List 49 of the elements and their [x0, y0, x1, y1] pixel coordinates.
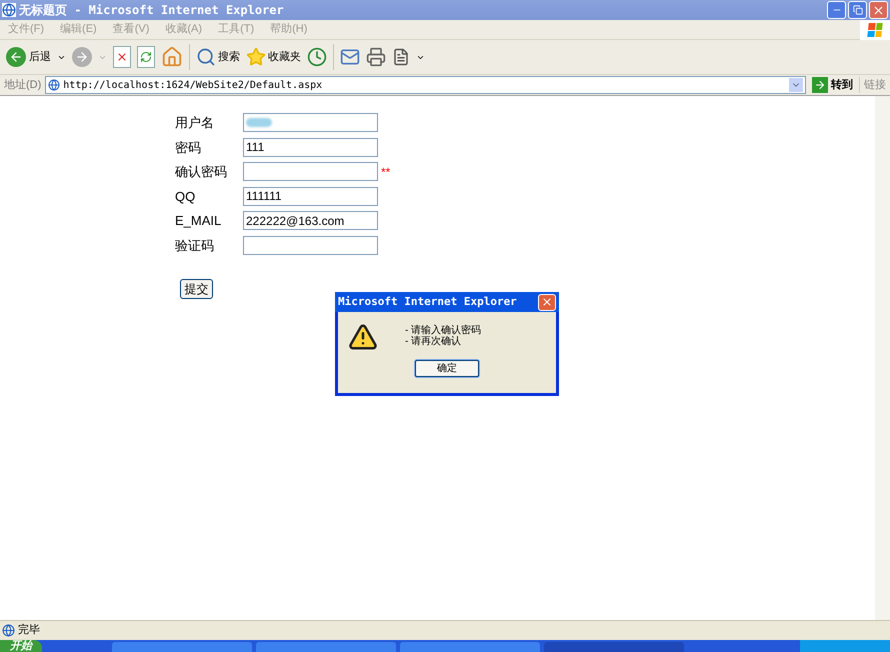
mail-icon[interactable] — [340, 47, 360, 67]
field-label: 确认密码 — [175, 163, 228, 181]
field-label: 用户名 — [175, 114, 215, 132]
ok-button[interactable]: 确定 — [415, 360, 479, 377]
input-field[interactable] — [243, 236, 378, 255]
close-icon — [541, 296, 553, 308]
refresh-icon[interactable] — [137, 46, 155, 68]
history-icon[interactable] — [307, 47, 327, 67]
username-field[interactable] — [243, 113, 378, 132]
address-field[interactable]: http://localhost:1624/WebSite2/Default.aspx — [45, 76, 806, 94]
dialog-message: - 请输入确认密码 — [405, 325, 482, 336]
status-text: 完毕 — [18, 622, 40, 638]
input-field[interactable]: 222222@163.com — [243, 211, 378, 230]
error-mark: ** — [381, 164, 390, 181]
close-button[interactable] — [538, 294, 556, 310]
field-label: E_MAIL — [175, 212, 222, 230]
dialog-title: Microsoft Internet Explorer — [338, 294, 518, 310]
dialog-message: - 请再次确认 — [405, 336, 462, 347]
back-button[interactable]: 后退 — [6, 47, 51, 67]
address-label: 地址(D) — [4, 78, 42, 93]
url-text: http://localhost:1624/WebSite2/Default.aspx — [63, 78, 324, 92]
favorites-button[interactable]: 收藏夹 — [246, 47, 301, 67]
page-icon — [2, 624, 15, 637]
blurred-text — [246, 118, 272, 128]
minimize-button[interactable] — [827, 1, 846, 19]
window-title: 无标题页 - Microsoft Internet Explorer — [19, 2, 284, 19]
restore-icon — [852, 5, 862, 15]
submit-button[interactable]: 提交 — [180, 279, 213, 299]
restore-button[interactable] — [848, 1, 867, 19]
close-icon — [872, 4, 885, 16]
home-icon[interactable] — [161, 46, 183, 68]
go-button[interactable]: 转到 — [810, 76, 855, 94]
search-button[interactable]: 搜索 — [196, 47, 240, 67]
windows-logo-icon — [860, 20, 890, 40]
input-field[interactable]: 111111 — [243, 186, 378, 206]
field-label: 密码 — [175, 138, 202, 156]
field-label: QQ — [175, 188, 196, 206]
close-button[interactable] — [869, 1, 888, 19]
search-icon — [196, 47, 216, 67]
page-icon — [48, 79, 60, 91]
print-icon[interactable] — [366, 47, 386, 67]
field-label: 验证码 — [175, 236, 215, 254]
input-field[interactable] — [243, 162, 378, 182]
browser-icon — [2, 3, 16, 17]
stop-icon[interactable] — [113, 46, 131, 68]
input-field[interactable]: 111 — [243, 138, 378, 157]
forward-icon[interactable] — [72, 47, 92, 67]
star-icon — [246, 47, 266, 67]
warning-icon — [348, 322, 378, 352]
